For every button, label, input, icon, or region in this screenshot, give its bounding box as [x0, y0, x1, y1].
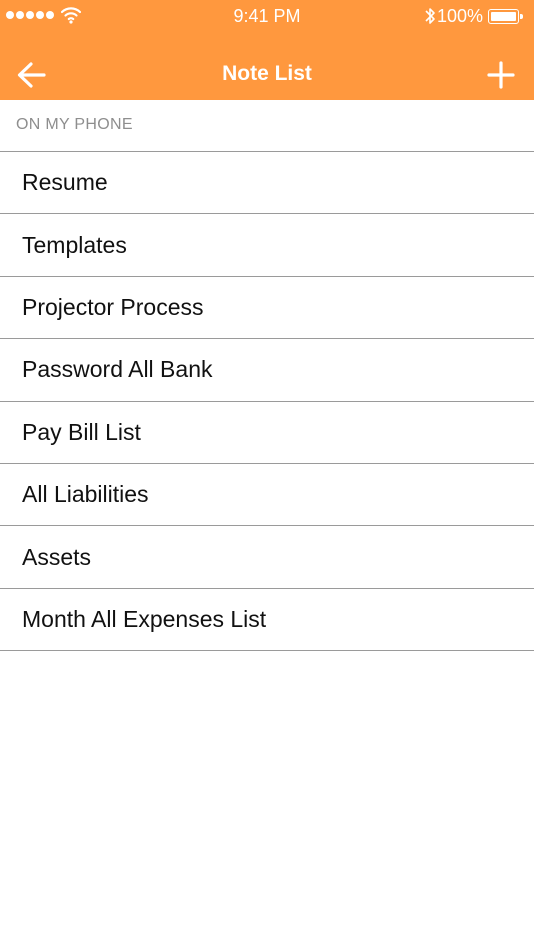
note-title: Assets	[22, 543, 92, 570]
app-header: 9:41 PM 100% Note List	[0, 0, 534, 100]
note-item-resume[interactable]: Resume	[0, 152, 534, 215]
note-item-projector-process[interactable]: Projector Process	[0, 277, 534, 340]
note-list: Resume Templates Projector Process Passw…	[0, 152, 534, 652]
back-button[interactable]	[14, 58, 48, 92]
battery-percent: 100%	[437, 6, 484, 26]
note-title: Pay Bill List	[22, 418, 141, 445]
add-note-button[interactable]	[484, 58, 518, 92]
note-item-assets[interactable]: Assets	[0, 526, 534, 589]
note-title: Templates	[22, 231, 127, 258]
note-item-password-all-bank[interactable]: Password All Bank	[0, 339, 534, 402]
note-title: Resume	[22, 169, 108, 196]
note-item-templates[interactable]: Templates	[0, 214, 534, 277]
status-bar: 9:41 PM 100%	[0, 0, 534, 32]
bluetooth-icon	[425, 8, 435, 24]
note-item-all-liabilities[interactable]: All Liabilities	[0, 464, 534, 527]
note-title: All Liabilities	[22, 481, 149, 508]
note-title: Month All Expenses List	[22, 605, 267, 632]
page-title: Note List	[222, 62, 312, 85]
battery-icon	[488, 9, 523, 24]
plus-icon	[487, 61, 515, 89]
section-label: ON MY PHONE	[16, 116, 133, 133]
arrow-left-icon	[17, 62, 46, 88]
note-item-pay-bill-list[interactable]: Pay Bill List	[0, 402, 534, 464]
note-item-month-all-expenses-list[interactable]: Month All Expenses List	[0, 589, 534, 652]
note-title: Password All Bank	[22, 356, 213, 383]
section-header: ON MY PHONE	[0, 100, 534, 152]
note-title: Projector Process	[22, 293, 204, 320]
